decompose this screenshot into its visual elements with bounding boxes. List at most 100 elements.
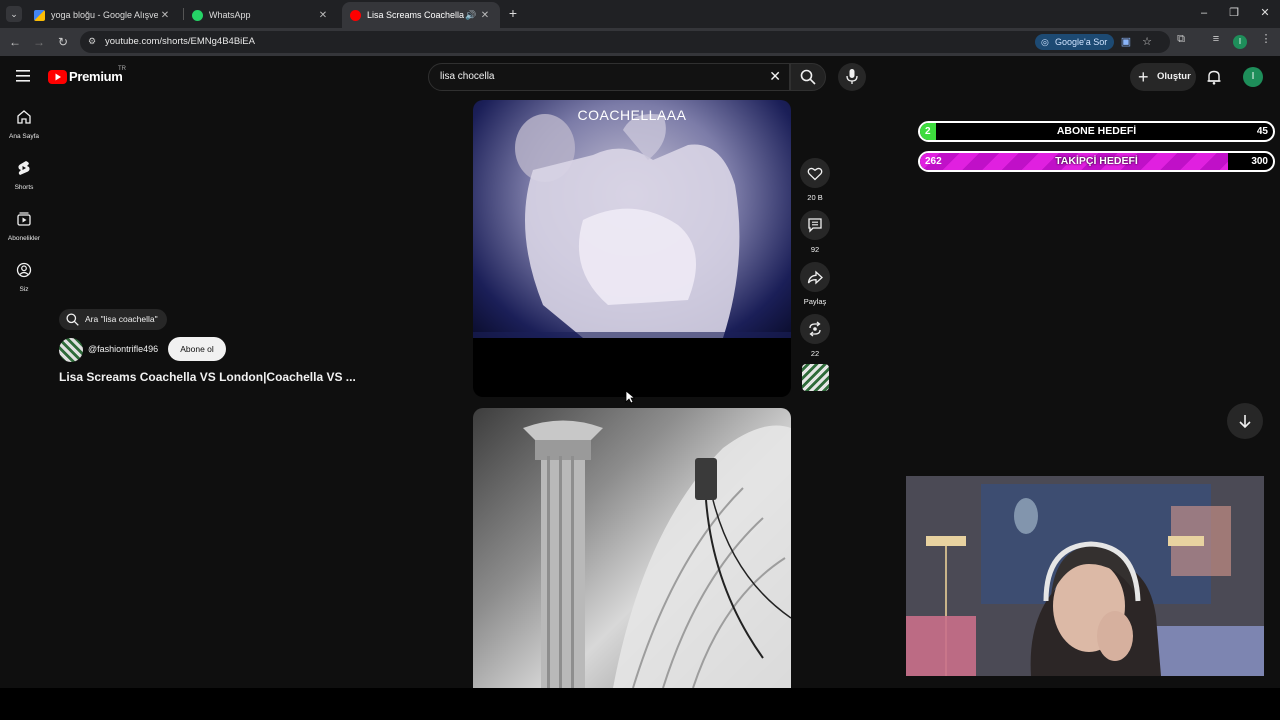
channel-handle[interactable]: @fashiontrifle496 xyxy=(88,344,158,354)
channel-avatar[interactable] xyxy=(59,338,83,362)
browser-toolbar: ← → ↻ ⚙ youtube.com/shorts/EMNg4B4BiEA ◎… xyxy=(0,28,1280,56)
remix-button[interactable]: 22 xyxy=(800,314,830,358)
search-input[interactable]: lisa chocella xyxy=(440,71,494,82)
whatsapp-favicon-icon xyxy=(192,9,203,21)
logo-text: Premium xyxy=(69,69,123,84)
logo-region: TR xyxy=(118,66,126,72)
close-tab-icon[interactable]: ✕ xyxy=(478,10,492,21)
subscriber-goal-target: 45 xyxy=(1256,126,1268,137)
arrow-down-icon xyxy=(1239,415,1251,428)
youtube-favicon-icon xyxy=(350,9,361,21)
search-box[interactable]: lisa chocella ✕ xyxy=(428,63,790,91)
subscriptions-icon xyxy=(17,212,31,226)
url-text: youtube.com/shorts/EMNg4B4BiEA xyxy=(105,36,255,47)
you-icon xyxy=(16,262,32,278)
search-icon xyxy=(800,69,816,85)
search-chip-label: Ara "lisa coachella" xyxy=(85,314,158,324)
youtube-play-icon xyxy=(48,70,67,84)
share-button[interactable]: Paylaş xyxy=(800,262,830,306)
video-frame xyxy=(473,100,791,338)
close-tab-icon[interactable]: ✕ xyxy=(158,10,172,21)
browser-menu-icon[interactable]: ⋮ xyxy=(1259,32,1273,46)
google-shopping-favicon-icon xyxy=(34,9,45,21)
browser-tab-strip: ⌄ yoga bloğu - Google Alışveriş ✕ WhatsA… xyxy=(0,0,1280,28)
short-title[interactable]: Lisa Screams Coachella VS London|Coachel… xyxy=(59,370,356,384)
browser-tab-whatsapp[interactable]: WhatsApp ✕ xyxy=(184,2,338,28)
comment-count: 92 xyxy=(810,245,820,254)
like-count: 20 B xyxy=(807,193,823,202)
hamburger-menu-icon[interactable] xyxy=(16,69,32,83)
bookmark-star-icon[interactable]: ☆ xyxy=(1140,35,1154,49)
address-bar[interactable]: ⚙ youtube.com/shorts/EMNg4B4BiEA ◎ Googl… xyxy=(80,31,1170,53)
mouse-cursor-icon xyxy=(625,390,635,404)
speaker-icon[interactable]: 🔊 xyxy=(464,10,478,21)
sidebar-item-label: Ana Sayfa xyxy=(9,133,39,140)
profile-avatar[interactable]: I xyxy=(1233,35,1247,49)
share-arrow-icon xyxy=(807,270,823,284)
site-info-icon[interactable]: ⚙ xyxy=(88,36,96,47)
browser-tab-google-shopping[interactable]: yoga bloğu - Google Alışveriş ✕ xyxy=(26,2,180,28)
sidebar-item-subscriptions[interactable]: Abonelikler xyxy=(0,211,48,242)
ask-google-label: Google'a Sor xyxy=(1055,37,1108,47)
notifications-bell-icon[interactable] xyxy=(1206,69,1222,85)
short-video-player[interactable]: COACHELLAAA xyxy=(473,100,791,397)
restore-window-icon[interactable]: ❐ xyxy=(1226,6,1242,20)
back-arrow-icon[interactable]: ← xyxy=(7,34,23,50)
ask-google-button[interactable]: ◎ Google'a Sor xyxy=(1035,34,1115,50)
microphone-icon xyxy=(846,69,858,84)
sidebar-item-label: Shorts xyxy=(14,184,34,191)
remix-count: 22 xyxy=(810,349,820,358)
sidebar-item-label: Siz xyxy=(19,286,29,293)
create-label: Oluştur xyxy=(1157,71,1191,82)
search-button[interactable] xyxy=(790,63,826,91)
tab-title: Lisa Screams Coachella VS xyxy=(367,10,464,20)
tab-search-button[interactable]: ⌄ xyxy=(6,6,22,22)
video-caption: COACHELLAAA xyxy=(577,107,687,123)
tab-title: yoga bloğu - Google Alışveriş xyxy=(51,10,158,20)
new-tab-button[interactable]: + xyxy=(505,5,521,21)
mannequin-figure xyxy=(473,114,791,338)
youtube-header: Premium TR lisa chocella ✕ + Oluştur I xyxy=(0,56,1280,98)
clear-search-icon[interactable]: ✕ xyxy=(769,68,781,85)
account-avatar[interactable]: I xyxy=(1243,67,1263,87)
reload-icon[interactable]: ↻ xyxy=(55,34,71,50)
comments-button[interactable]: 92 xyxy=(800,210,830,254)
sound-thumbnail[interactable] xyxy=(802,364,829,391)
forward-arrow-icon[interactable]: → xyxy=(31,34,47,50)
plus-icon: + xyxy=(1138,67,1149,87)
voice-search-button[interactable] xyxy=(838,63,866,91)
close-tab-icon[interactable]: ✕ xyxy=(316,10,330,21)
follower-goal-target: 300 xyxy=(1251,156,1268,167)
heart-icon xyxy=(807,167,823,180)
search-icon xyxy=(66,313,79,326)
webcam-frame xyxy=(906,476,1264,676)
follower-goal-label: TAKİPÇİ HEDEFİ xyxy=(1055,155,1138,167)
next-short-video[interactable] xyxy=(473,408,791,688)
comment-icon xyxy=(808,218,822,233)
follower-goal-bar: 262 TAKİPÇİ HEDEFİ 300 xyxy=(918,151,1275,172)
sidebar-item-you[interactable]: Siz xyxy=(0,262,48,293)
cast-icon[interactable]: ▣ xyxy=(1119,35,1133,49)
sidebar-item-shorts[interactable]: Shorts xyxy=(0,160,48,191)
webcam-overlay xyxy=(906,476,1264,676)
next-video-button[interactable] xyxy=(1227,403,1263,439)
google-lens-icon: ◎ xyxy=(1041,37,1049,47)
angel-wing-column-frame xyxy=(523,420,791,688)
tab-title: WhatsApp xyxy=(209,10,251,20)
remix-icon xyxy=(809,321,821,337)
close-window-icon[interactable]: ✕ xyxy=(1257,6,1273,20)
like-button[interactable]: 20 B xyxy=(800,158,830,202)
minimize-window-icon[interactable]: – xyxy=(1196,6,1212,20)
extensions-icon[interactable]: ⧉ xyxy=(1174,32,1188,46)
home-icon xyxy=(17,110,31,124)
create-button[interactable]: + Oluştur xyxy=(1130,63,1196,91)
subscriber-goal-bar: 2 ABONE HEDEFİ 45 xyxy=(918,121,1275,142)
related-search-chip[interactable]: Ara "lisa coachella" xyxy=(59,309,167,330)
browser-tab-youtube[interactable]: Lisa Screams Coachella VS 🔊 ✕ xyxy=(342,2,500,28)
subscriber-goal-label: ABONE HEDEFİ xyxy=(1056,125,1137,137)
share-label: Paylaş xyxy=(803,297,827,306)
subscribe-button[interactable]: Abone ol xyxy=(168,337,226,361)
bottom-black-bar xyxy=(0,688,1280,720)
media-controls-icon[interactable]: ≡ xyxy=(1209,32,1223,46)
sidebar-item-home[interactable]: Ana Sayfa xyxy=(0,109,48,140)
